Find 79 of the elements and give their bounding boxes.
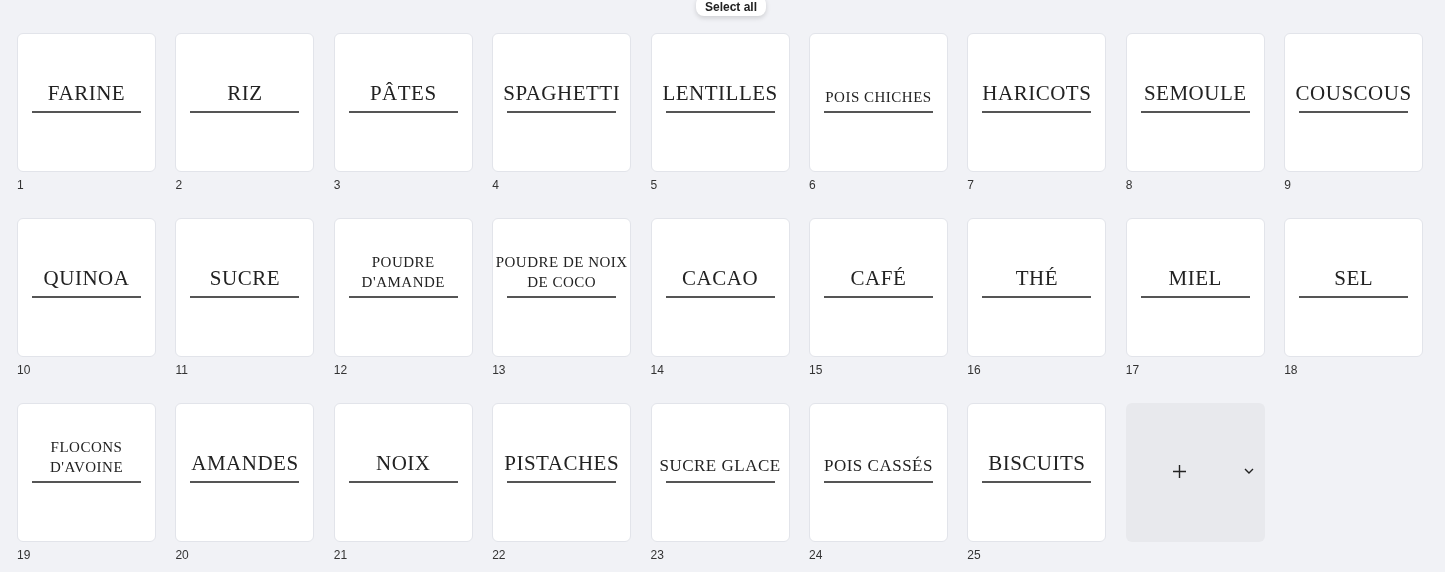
page-title: NOIX — [376, 449, 431, 477]
page-title: AMANDES — [191, 449, 299, 477]
page-title: BISCUITS — [988, 449, 1086, 477]
page-thumbnail[interactable]: CACAO — [650, 218, 790, 357]
page-number: 14 — [650, 363, 664, 377]
page-title: LENTILLES — [662, 79, 778, 107]
page-thumbnail[interactable]: POUDRE D'AMANDE — [333, 218, 473, 357]
page-number: 10 — [17, 363, 31, 377]
page-title: POIS CHICHES — [825, 87, 932, 107]
page-title: PISTACHES — [504, 449, 620, 477]
page-thumbnail[interactable]: CAFÉ — [808, 218, 948, 357]
select-all-button[interactable]: Select all — [696, 0, 767, 16]
chevron-down-icon[interactable] — [1243, 468, 1254, 475]
page-title: THÉ — [1015, 264, 1058, 292]
page-thumbnail[interactable]: QUINOA — [17, 218, 156, 357]
page-thumbnail[interactable]: COUSCOUS — [1284, 33, 1424, 172]
page-thumbnail[interactable]: SPAGHETTI — [492, 33, 632, 172]
add-page-tile[interactable] — [1125, 403, 1265, 542]
page-title: MIEL — [1168, 264, 1222, 292]
plus-icon[interactable] — [1172, 465, 1186, 478]
page-title: POUDRE DE NOIX DE COCO — [494, 253, 629, 292]
page-thumbnail[interactable]: FARINE — [17, 33, 156, 172]
page-title: SEMOULE — [1143, 79, 1247, 107]
page-thumbnail[interactable]: SEL — [1284, 218, 1424, 357]
page-thumbnail[interactable]: SEMOULE — [1125, 33, 1265, 172]
page-title: SEL — [1334, 264, 1374, 292]
page-title: CAFÉ — [850, 264, 907, 292]
page-title: COUSCOUS — [1295, 79, 1412, 107]
page-number: 20 — [175, 548, 189, 562]
page-thumbnail[interactable]: NOIX — [333, 403, 473, 542]
page-number: 2 — [175, 178, 183, 192]
page-number: 13 — [492, 363, 506, 377]
page-number: 24 — [808, 548, 823, 562]
page-number: 7 — [967, 178, 975, 192]
page-thumbnail[interactable]: RIZ — [175, 33, 315, 172]
page-thumbnail[interactable]: MIEL — [1125, 218, 1265, 357]
page-thumbnail[interactable]: HARICOTS — [967, 33, 1107, 172]
page-thumbnail[interactable]: SUCRE GLACE — [650, 403, 790, 542]
page-thumbnail[interactable]: THÉ — [967, 218, 1107, 357]
page-number: 17 — [1125, 363, 1140, 377]
page-thumbnail[interactable]: POIS CASSÉS — [808, 403, 948, 542]
page-title: PÂTES — [369, 79, 437, 107]
page-number: 9 — [1284, 178, 1291, 192]
page-thumbnail[interactable]: SUCRE — [175, 218, 315, 357]
page-title: RIZ — [227, 79, 263, 107]
page-number: 21 — [333, 548, 348, 562]
page-thumbnail[interactable]: PISTACHES — [492, 403, 632, 542]
page-number: 19 — [17, 548, 31, 562]
page-number: 8 — [1125, 178, 1133, 192]
page-thumbnail[interactable]: LENTILLES — [650, 33, 790, 172]
page-title: POIS CASSÉS — [823, 454, 933, 477]
page-title: QUINOA — [43, 264, 130, 292]
page-number: 11 — [175, 363, 188, 377]
page-number: 3 — [333, 178, 341, 192]
page-number: 1 — [17, 178, 24, 192]
page-number: 16 — [967, 363, 981, 377]
page-number: 15 — [808, 363, 823, 377]
page-thumbnail[interactable]: PÂTES — [333, 33, 473, 172]
page-thumbnail[interactable]: POUDRE DE NOIX DE COCO — [492, 218, 632, 357]
page-thumbnail[interactable]: BISCUITS — [967, 403, 1107, 542]
page-thumbnail[interactable]: AMANDES — [175, 403, 315, 542]
page-number: 5 — [650, 178, 658, 192]
page-number: 25 — [967, 548, 981, 562]
page-number: 22 — [492, 548, 506, 562]
page-title: FLOCONS D'AVOINE — [48, 438, 125, 477]
page-thumbnail[interactable]: POIS CHICHES — [808, 33, 948, 172]
page-title: POUDRE D'AMANDE — [360, 253, 446, 292]
page-title: HARICOTS — [982, 79, 1092, 107]
page-number: 12 — [333, 363, 348, 377]
page-title: CACAO — [682, 264, 759, 292]
page-title: SUCRE GLACE — [659, 454, 781, 477]
page-thumbnail[interactable]: FLOCONS D'AVOINE — [17, 403, 156, 542]
page-title: SUCRE — [209, 264, 280, 292]
page-title: SPAGHETTI — [503, 79, 621, 107]
page-number: 4 — [492, 178, 499, 192]
page-number: 23 — [650, 548, 664, 562]
page-title: FARINE — [47, 79, 126, 107]
page-number: 18 — [1284, 363, 1298, 377]
page-number: 6 — [808, 178, 816, 192]
